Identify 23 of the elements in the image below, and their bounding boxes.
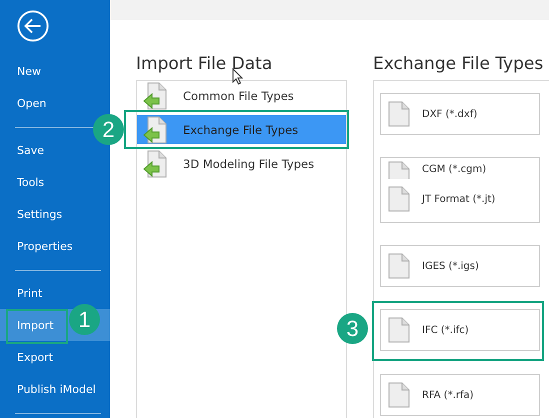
callout-badge: 3: [337, 313, 368, 344]
panel-title: Import File Data: [136, 54, 274, 74]
menu-item[interactable]: Tools: [0, 171, 110, 193]
panel-title: Exchange File Types: [373, 54, 544, 74]
menu-item[interactable]: New: [0, 60, 110, 82]
file-type-button[interactable]: IGES (*.igs): [380, 245, 540, 287]
callout-badge: 2: [93, 114, 124, 145]
category-item[interactable]: 3D Modeling File Types: [137, 150, 346, 177]
menu-item[interactable]: Print: [0, 282, 110, 304]
menu-item[interactable]: Import 1: [0, 304, 110, 346]
file-type-button[interactable]: IFC (*.ifc): [380, 309, 540, 351]
menu-item[interactable]: Publish iModel: [0, 378, 110, 400]
menu-item[interactable]: Export: [0, 346, 110, 368]
callout-badge: 1: [69, 304, 100, 335]
menu-item[interactable]: Settings: [0, 203, 110, 225]
category-item[interactable]: Exchange File Types: [137, 115, 346, 144]
file-type-button[interactable]: CGM (*.cgm): [388, 161, 539, 179]
menu-item[interactable]: Properties: [0, 235, 110, 257]
menu-item[interactable]: Open: [0, 92, 110, 114]
file-type-button[interactable]: DXF (*.dxf): [380, 93, 540, 135]
category-item[interactable]: Common File Types: [137, 82, 346, 109]
file-type-button[interactable]: JT Format (*.jt): [388, 179, 539, 219]
file-type-button[interactable]: RFA (*.rfa): [380, 374, 540, 416]
